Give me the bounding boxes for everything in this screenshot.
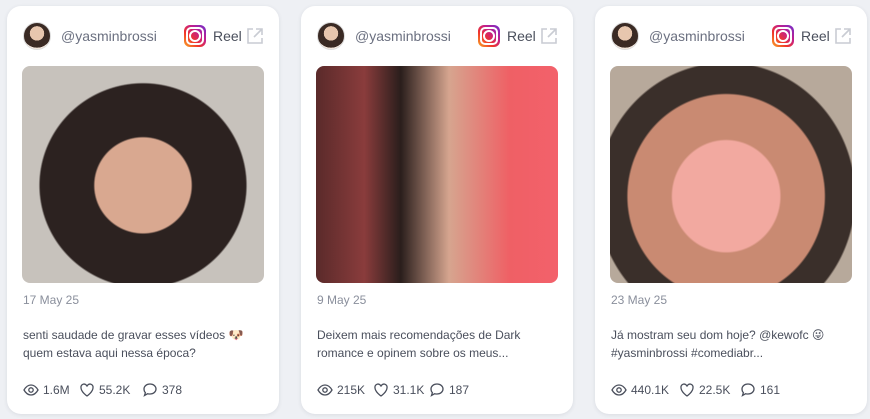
comment-icon	[143, 383, 157, 397]
external-link-icon[interactable]	[245, 26, 265, 46]
card-header: @yasminbrossi Reel	[23, 22, 265, 50]
eye-icon	[23, 384, 39, 396]
post-card[interactable]: @yasminbrossi Reel 23 May 25 Já mostram …	[595, 6, 867, 414]
external-link-icon[interactable]	[833, 26, 853, 46]
post-type-label: Reel	[507, 28, 536, 44]
caption-line: Deixem mais recomendações de Dark	[317, 328, 521, 342]
post-date: 17 May 25	[23, 293, 80, 307]
post-thumbnail[interactable]	[316, 66, 558, 283]
external-link-icon[interactable]	[539, 26, 559, 46]
caption-line: Já mostram seu dom hoje? @kewofc 😜	[611, 328, 825, 342]
likes-count: 55.2K	[99, 383, 131, 397]
card-header: @yasminbrossi Reel	[611, 22, 853, 50]
username[interactable]: @yasminbrossi	[649, 28, 745, 44]
card-header: @yasminbrossi Reel	[317, 22, 559, 50]
comments-count: 187	[449, 383, 470, 397]
username[interactable]: @yasminbrossi	[61, 28, 157, 44]
comments-count: 378	[162, 383, 183, 397]
caption-line: senti saudade de gravar esses vídeos 🐶	[23, 328, 244, 342]
post-caption: Já mostram seu dom hoje? @kewofc 😜 #yasm…	[611, 326, 855, 362]
avatar[interactable]	[317, 22, 345, 50]
heart-icon	[80, 383, 94, 397]
instagram-icon	[478, 25, 500, 47]
likes-count: 31.1K	[393, 383, 425, 397]
post-thumbnail[interactable]	[22, 66, 264, 283]
post-caption: Deixem mais recomendações de Dark romanc…	[317, 326, 561, 362]
likes-count: 22.5K	[699, 383, 731, 397]
username[interactable]: @yasminbrossi	[355, 28, 451, 44]
eye-icon	[611, 384, 627, 396]
comment-icon	[741, 383, 755, 397]
avatar[interactable]	[23, 22, 51, 50]
post-card[interactable]: @yasminbrossi Reel 9 May 25 Deixem mais …	[301, 6, 573, 414]
eye-icon	[317, 384, 333, 396]
views-count: 440.1K	[631, 383, 670, 397]
views-count: 215K	[337, 383, 366, 397]
comments-count: 161	[760, 383, 781, 397]
heart-icon	[680, 383, 694, 397]
post-date: 9 May 25	[317, 293, 367, 307]
caption-line: romance e opinem sobre os meus...	[317, 346, 509, 360]
heart-icon	[374, 383, 388, 397]
post-card[interactable]: @yasminbrossi Reel 17 May 25 senti sauda…	[7, 6, 279, 414]
avatar[interactable]	[611, 22, 639, 50]
post-date: 23 May 25	[611, 293, 668, 307]
comment-icon	[430, 383, 444, 397]
post-type-label: Reel	[801, 28, 830, 44]
instagram-icon	[184, 25, 206, 47]
post-type-label: Reel	[213, 28, 242, 44]
post-thumbnail[interactable]	[610, 66, 852, 283]
caption-line: quem estava aqui nessa época?	[23, 346, 196, 360]
post-caption: senti saudade de gravar esses vídeos 🐶 q…	[23, 326, 267, 362]
caption-line: #yasminbrossi #comediabr...	[611, 346, 764, 360]
views-count: 1.6M	[43, 383, 70, 397]
instagram-icon	[772, 25, 794, 47]
